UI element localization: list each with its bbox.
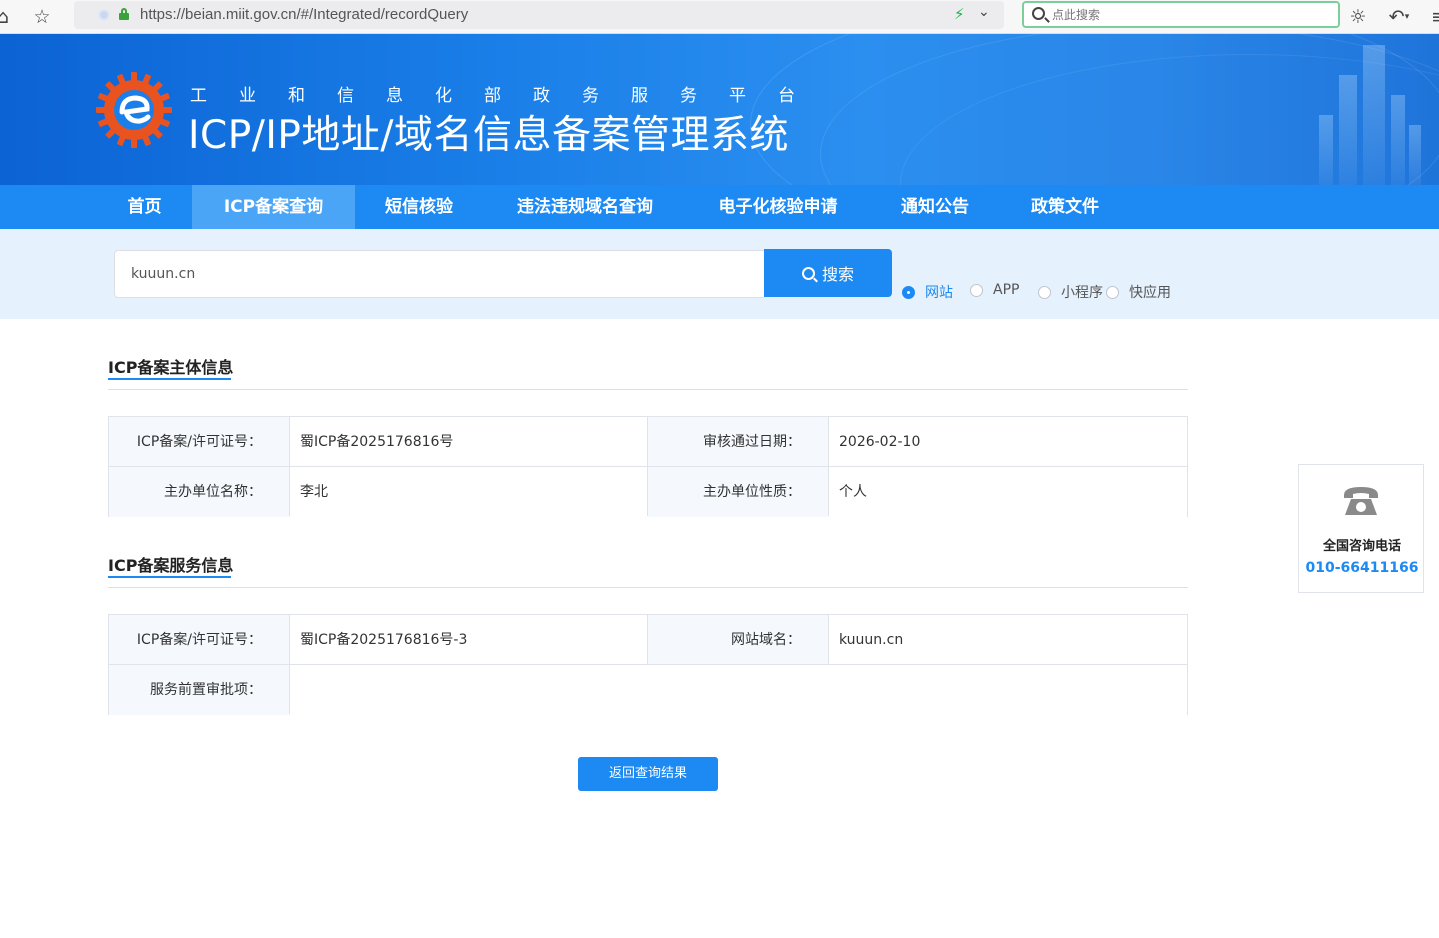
radio-dot (970, 283, 983, 297)
search-icon (801, 266, 815, 280)
search-button[interactable]: 搜索 (764, 249, 892, 297)
radio-website[interactable]: 网站 (902, 282, 953, 302)
website-domain-label: 网站域名： (648, 615, 829, 665)
nav-policy-docs[interactable]: 政策文件 (1015, 185, 1115, 229)
home-icon[interactable]: ⌂ (0, 4, 16, 30)
site-info-icon[interactable] (98, 9, 110, 21)
search-input[interactable] (114, 250, 764, 298)
lightning-icon[interactable]: ⚡ (954, 5, 965, 23)
contact-label: 全国咨询电话 (1322, 539, 1401, 554)
table-col-divider (828, 417, 829, 516)
nav-electronic-verify[interactable]: 电子化核验申请 (700, 185, 856, 229)
city-skyline-graphic (1309, 45, 1429, 185)
table-col-divider (828, 615, 829, 664)
brightness-icon[interactable]: ☼ (1345, 4, 1371, 30)
search-panel: 搜索 网站 APP 小程序 快应用 (0, 229, 1439, 319)
service-license-label: ICP备案/许可证号： (109, 615, 290, 665)
section-underline (108, 378, 231, 380)
organizer-type-value: 个人 (829, 467, 1187, 517)
header-banner: 工业和信息化部政务服务平台 ICP/IP地址/域名信息备案管理系统 (0, 34, 1439, 185)
radio-label: 小程序 (1061, 285, 1103, 301)
table-col-divider (647, 615, 648, 664)
radio-label: APP (993, 282, 1020, 298)
radio-mini-program[interactable]: 小程序 (1038, 282, 1103, 302)
radio-label: 网站 (925, 285, 953, 301)
approval-date-label: 审核通过日期： (648, 417, 829, 467)
pre-approval-label: 服务前置审批项： (109, 665, 290, 715)
pre-approval-value (290, 665, 1187, 715)
menu-icon[interactable]: ≡ (1426, 4, 1439, 30)
miit-logo-icon (96, 72, 172, 148)
chevron-down-icon[interactable]: ⌄ (978, 4, 990, 20)
browser-search-box[interactable] (1022, 1, 1340, 28)
table-row-divider (109, 466, 1187, 467)
radio-dot (902, 285, 915, 299)
nav-icp-query[interactable]: ICP备案查询 (192, 185, 355, 229)
table-row-divider (109, 664, 1187, 665)
radio-quick-app[interactable]: 快应用 (1106, 282, 1171, 302)
undo-icon[interactable]: ↶ ▾ (1384, 4, 1414, 30)
entity-section-title: ICP备案主体信息 (108, 358, 234, 377)
service-info-table: ICP备案/许可证号： 蜀ICP备2025176816号-3 网站域名： kuu… (108, 614, 1188, 715)
main-nav: 首页 ICP备案查询 短信核验 违法违规域名查询 电子化核验申请 通知公告 政策… (0, 185, 1439, 229)
section-underline (108, 576, 231, 578)
organizer-name-label: 主办单位名称： (109, 467, 290, 517)
license-number-label: ICP备案/许可证号： (109, 417, 290, 467)
table-col-divider (289, 615, 290, 714)
system-title: ICP/IP地址/域名信息备案管理系统 (188, 113, 790, 158)
address-bar[interactable]: https://beian.miit.gov.cn/#/Integrated/r… (74, 1, 1004, 29)
contact-widget[interactable]: 全国咨询电话 010-66411166 (1298, 464, 1424, 593)
back-to-results-button[interactable]: 返回查询结果 (578, 757, 718, 791)
nav-notices[interactable]: 通知公告 (885, 185, 985, 229)
organizer-name-value: 李北 (290, 467, 648, 517)
search-icon (1032, 7, 1045, 20)
search-button-label: 搜索 (821, 265, 854, 284)
address-url[interactable]: https://beian.miit.gov.cn/#/Integrated/r… (140, 6, 468, 23)
table-col-divider (289, 417, 290, 516)
organizer-type-label: 主办单位性质： (648, 467, 829, 517)
browser-search-input[interactable] (1052, 5, 1332, 25)
section-divider (108, 587, 1188, 588)
radio-dot (1038, 285, 1051, 299)
nav-sms-verify[interactable]: 短信核验 (366, 185, 472, 229)
star-icon[interactable]: ☆ (29, 4, 55, 30)
approval-date-value: 2026-02-10 (829, 417, 1187, 467)
entity-info-table: ICP备案/许可证号： 蜀ICP备2025176816号 审核通过日期： 202… (108, 416, 1188, 517)
service-section-title: ICP备案服务信息 (108, 556, 234, 575)
service-license-value: 蜀ICP备2025176816号-3 (290, 615, 648, 665)
platform-subtitle: 工业和信息化部政务服务平台 (190, 86, 827, 106)
telephone-icon (1344, 487, 1378, 515)
radio-dot (1106, 285, 1119, 299)
radio-label: 快应用 (1129, 285, 1171, 301)
section-divider (108, 389, 1188, 390)
nav-home[interactable]: 首页 (107, 185, 182, 229)
website-domain-value: kuuun.cn (829, 615, 1187, 665)
browser-toolbar: ⌂ ☆ https://beian.miit.gov.cn/#/Integrat… (0, 0, 1439, 34)
table-col-divider (647, 417, 648, 516)
contact-phone-number: 010-66411166 (1305, 560, 1419, 576)
lock-icon (119, 8, 129, 20)
radio-app[interactable]: APP (970, 282, 1019, 298)
license-number-value: 蜀ICP备2025176816号 (290, 417, 648, 467)
nav-illegal-domain-query[interactable]: 违法违规域名查询 (500, 185, 670, 229)
